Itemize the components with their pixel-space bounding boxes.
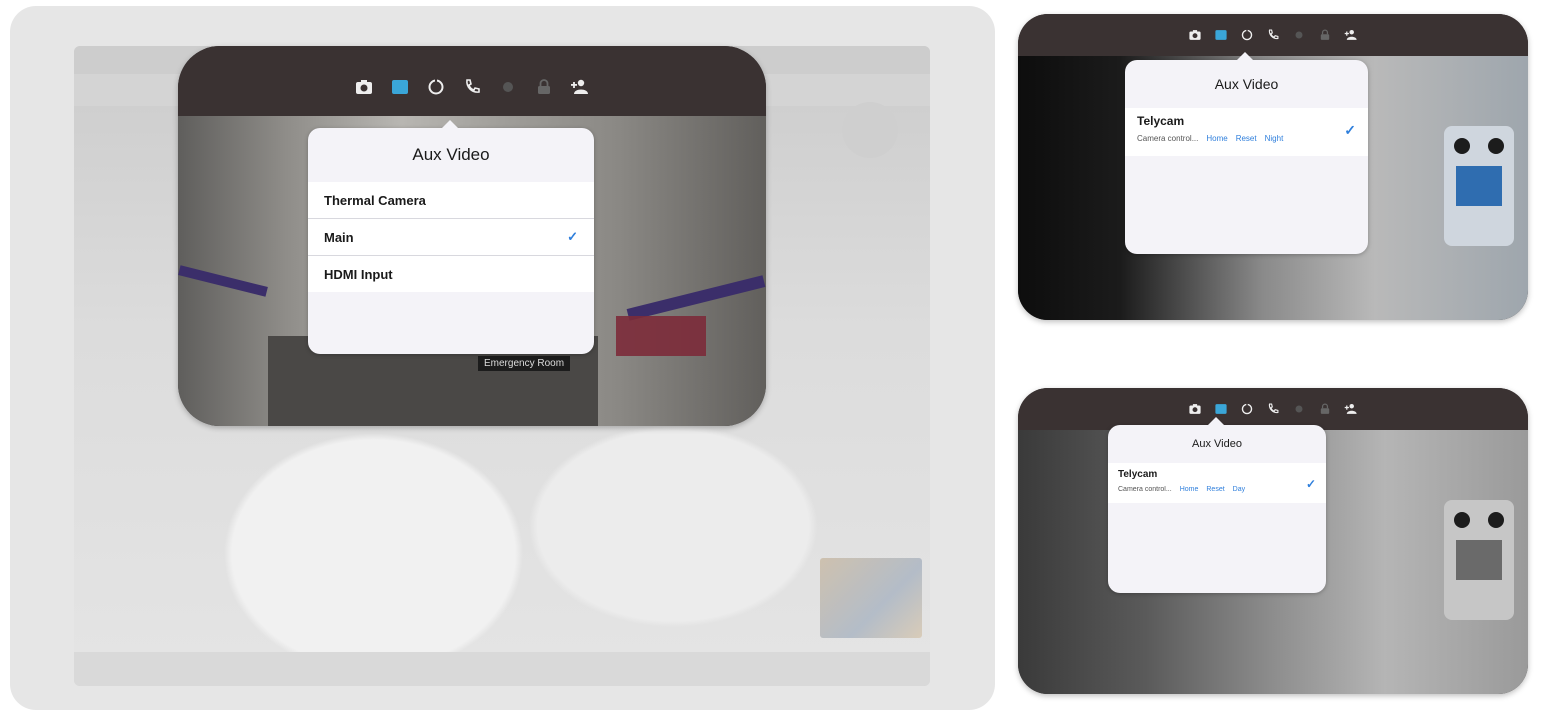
camera-controls: Camera control... Home Reset Night (1137, 134, 1356, 143)
camera-icon[interactable] (354, 77, 374, 97)
camera-icon[interactable] (1188, 402, 1202, 416)
add-person-icon[interactable] (1344, 402, 1358, 416)
phone-icon[interactable] (1266, 28, 1280, 42)
camera-home-button[interactable]: Home (1180, 486, 1199, 493)
record-icon[interactable] (498, 77, 518, 97)
checkmark-icon: ✓ (1344, 122, 1356, 138)
option-label: Thermal Camera (324, 192, 426, 208)
checkmark-icon: ✓ (567, 229, 578, 244)
phone-icon[interactable] (1266, 402, 1280, 416)
robot-screen (1456, 540, 1502, 580)
camera-icon[interactable] (1188, 28, 1202, 42)
lock-icon[interactable] (1318, 402, 1332, 416)
robot-camera (1454, 512, 1470, 528)
popover-title: Aux Video (1192, 438, 1242, 450)
option-hdmi-input[interactable]: HDMI Input (308, 255, 594, 292)
video-toolbar (1018, 14, 1528, 56)
robot-camera (1488, 138, 1504, 154)
rotate-icon[interactable] (1240, 402, 1254, 416)
camera-night-button[interactable]: Night (1265, 134, 1284, 143)
option-label: HDMI Input (324, 266, 393, 282)
aux-video-popover: Aux Video Telycam Camera control... Home… (1108, 417, 1326, 593)
wall-panel (616, 316, 706, 356)
record-icon[interactable] (1292, 402, 1306, 416)
popover-title: Aux Video (412, 145, 490, 164)
camera-control-label: Camera control... (1118, 486, 1172, 493)
aux-video-popover: Aux Video Telycam Camera control... Home… (1125, 52, 1368, 254)
tablet-bottom-bar (74, 652, 930, 686)
lock-icon[interactable] (1318, 28, 1332, 42)
option-telycam[interactable]: Telycam Camera control... Home Reset Nig… (1125, 108, 1368, 156)
wall-stripe (178, 265, 268, 297)
lock-icon[interactable] (534, 77, 554, 97)
camera-reset-button[interactable]: Reset (1236, 134, 1257, 143)
camera-name: Telycam (1118, 469, 1158, 480)
checkmark-icon: ✓ (1305, 477, 1316, 491)
robot-camera (1488, 512, 1504, 528)
video-source-icon[interactable] (1214, 402, 1228, 416)
video-source-icon[interactable] (1214, 28, 1228, 42)
option-telycam[interactable]: Telycam Camera control... Home Reset Day… (1108, 463, 1326, 503)
popover-title: Aux Video (1214, 76, 1279, 92)
option-label: Main (324, 229, 354, 245)
add-person-icon[interactable] (1344, 28, 1358, 42)
rotate-icon[interactable] (426, 77, 446, 97)
robot-camera (1454, 138, 1470, 154)
video-source-icon[interactable] (390, 77, 410, 97)
picture-in-picture-video[interactable] (820, 558, 922, 638)
telepresence-robot (1444, 126, 1514, 246)
option-thermal-camera[interactable]: Thermal Camera (308, 182, 594, 218)
wall-stripe (626, 275, 766, 321)
camera-controls: Camera control... Home Reset Day (1118, 486, 1316, 493)
camera-home-button[interactable]: Home (1206, 134, 1227, 143)
camera-name: Telycam (1137, 114, 1185, 128)
robot-screen (1456, 166, 1502, 206)
room-sign: Emergency Room (478, 356, 571, 371)
phone-icon[interactable] (462, 77, 482, 97)
record-icon[interactable] (1292, 28, 1306, 42)
video-toolbar (1018, 388, 1528, 430)
camera-reset-button[interactable]: Reset (1206, 486, 1224, 493)
camera-day-button[interactable]: Day (1233, 486, 1245, 493)
telepresence-robot (1444, 500, 1514, 620)
camera-control-label: Camera control... (1137, 134, 1199, 143)
add-person-icon[interactable] (570, 77, 590, 97)
avatar (842, 102, 898, 158)
aux-video-popover: Aux Video Thermal Camera Main ✓ HDMI Inp… (308, 120, 594, 354)
rotate-icon[interactable] (1240, 28, 1254, 42)
video-toolbar (178, 46, 766, 116)
option-main[interactable]: Main ✓ (308, 218, 594, 255)
